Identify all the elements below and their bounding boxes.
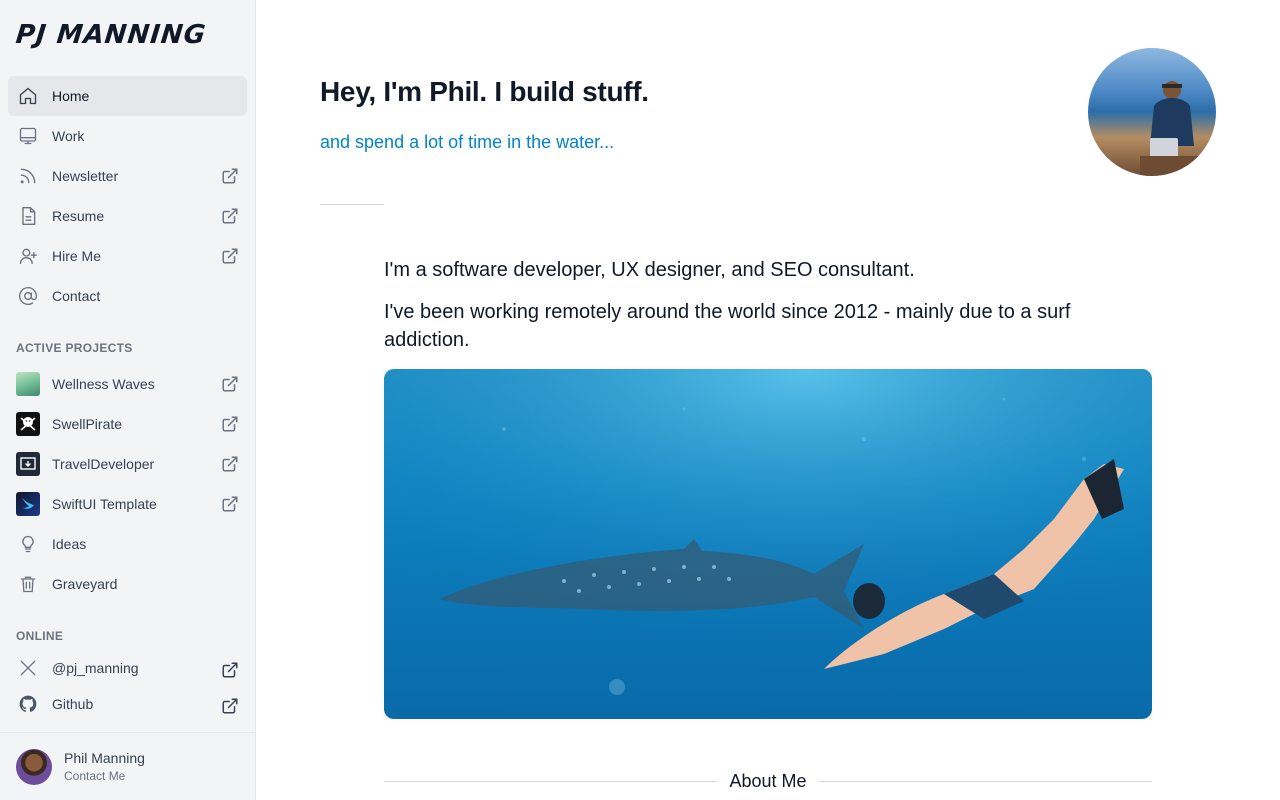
short-divider bbox=[320, 204, 384, 205]
trash-icon bbox=[16, 572, 40, 596]
page-title: Hey, I'm Phil. I build stuff. bbox=[320, 76, 649, 107]
person-with-laptop-illustration bbox=[1140, 81, 1200, 176]
nav-label: Newsletter bbox=[52, 168, 119, 184]
section-divider: About Me bbox=[384, 770, 1153, 792]
external-link-icon bbox=[221, 661, 239, 679]
lightbulb-icon bbox=[16, 532, 40, 556]
nav-label: Work bbox=[52, 128, 85, 144]
swellpirate-logo bbox=[16, 412, 40, 436]
external-link-icon bbox=[221, 697, 239, 715]
primary-nav: Home Work Newsletter Resume Hire Me Cont… bbox=[8, 76, 247, 316]
github-icon bbox=[16, 692, 40, 716]
nav-item-swiftui-template[interactable]: SwiftUI Template bbox=[8, 484, 247, 524]
external-link-icon bbox=[221, 167, 239, 185]
nav-item-wellness-waves[interactable]: Wellness Waves bbox=[8, 364, 247, 404]
nav-item-ideas[interactable]: Ideas bbox=[8, 524, 247, 564]
nav-item-twitter[interactable]: @pj_manning bbox=[8, 650, 247, 686]
nav-label: @pj_manning bbox=[52, 660, 139, 676]
home-icon bbox=[16, 84, 40, 108]
user-plus-icon bbox=[16, 244, 40, 268]
document-icon bbox=[16, 204, 40, 228]
external-link-icon bbox=[221, 207, 239, 225]
online-nav: @pj_manning Github bbox=[8, 650, 247, 722]
underwater-scene-illustration bbox=[384, 369, 1152, 719]
nav-label: Graveyard bbox=[52, 576, 118, 592]
nav-item-swellpirate[interactable]: SwellPirate bbox=[8, 404, 247, 444]
user-profile[interactable]: Phil Manning Contact Me bbox=[0, 732, 255, 800]
external-link-icon bbox=[221, 415, 239, 433]
external-link-icon bbox=[221, 495, 239, 513]
nav-item-home[interactable]: Home bbox=[8, 76, 247, 116]
nav-label: Contact bbox=[52, 288, 101, 304]
page-subtitle: and spend a lot of time in the water... bbox=[320, 132, 615, 152]
main-content: Hey, I'm Phil. I build stuff. and spend … bbox=[256, 0, 1280, 800]
intro-paragraph: I'm a software developer, UX designer, a… bbox=[384, 259, 915, 281]
nav-label: Ideas bbox=[52, 536, 87, 552]
user-name: Phil Manning bbox=[64, 750, 145, 766]
nav-label: Home bbox=[52, 88, 90, 104]
desktop-icon bbox=[16, 124, 40, 148]
section-heading-about-me: About Me bbox=[729, 770, 807, 791]
underwater-photo bbox=[384, 369, 1152, 719]
avatar bbox=[16, 748, 52, 785]
traveldeveloper-logo bbox=[16, 452, 40, 476]
nav-item-newsletter[interactable]: Newsletter bbox=[8, 156, 247, 196]
site-logo[interactable]: PJ MANNING bbox=[14, 20, 207, 50]
nav-label: SwellPirate bbox=[52, 416, 123, 432]
swiftui-template-logo bbox=[16, 492, 40, 516]
wellness-waves-logo bbox=[16, 372, 40, 396]
nav-item-traveldeveloper[interactable]: TravelDeveloper bbox=[8, 444, 247, 484]
rss-icon bbox=[16, 164, 40, 188]
nav-label: SwiftUI Template bbox=[52, 496, 157, 512]
nav-label: Hire Me bbox=[52, 248, 102, 264]
nav-label: Wellness Waves bbox=[52, 376, 155, 392]
bio-paragraph: I've been working remotely around the wo… bbox=[384, 301, 1071, 351]
external-link-icon bbox=[221, 375, 239, 393]
nav-label: Resume bbox=[52, 208, 105, 224]
section-label-online: ONLINE bbox=[16, 629, 64, 643]
external-link-icon bbox=[221, 455, 239, 473]
nav-item-graveyard[interactable]: Graveyard bbox=[8, 564, 247, 604]
sidebar: PJ MANNING Home Work Newsletter Resume H… bbox=[0, 0, 256, 800]
user-contact-link[interactable]: Contact Me bbox=[64, 769, 145, 783]
projects-nav: Wellness Waves SwellPirate TravelDevelop… bbox=[8, 364, 247, 604]
external-link-icon bbox=[221, 247, 239, 265]
nav-label: TravelDeveloper bbox=[52, 456, 155, 472]
section-label-active-projects: ACTIVE PROJECTS bbox=[16, 341, 133, 355]
nav-item-contact[interactable]: Contact bbox=[8, 276, 247, 316]
x-logo-icon bbox=[16, 656, 40, 680]
at-sign-icon bbox=[16, 284, 40, 308]
nav-label: Github bbox=[52, 696, 94, 712]
nav-item-work[interactable]: Work bbox=[8, 116, 247, 156]
nav-item-resume[interactable]: Resume bbox=[8, 196, 247, 236]
profile-photo bbox=[1088, 48, 1216, 176]
nav-item-github[interactable]: Github bbox=[8, 686, 247, 722]
nav-item-hire-me[interactable]: Hire Me bbox=[8, 236, 247, 276]
